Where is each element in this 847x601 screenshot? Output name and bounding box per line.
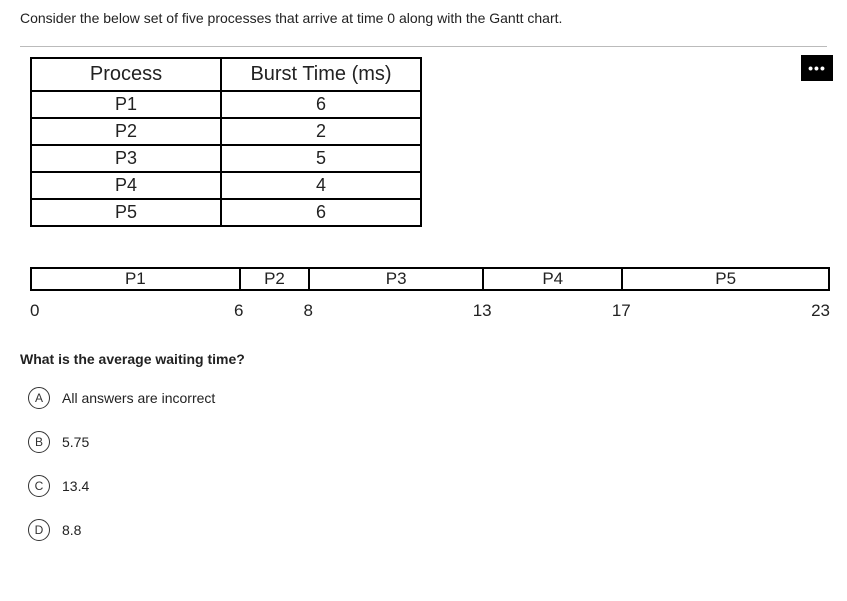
gantt-bar: P1 xyxy=(30,267,239,291)
option-a[interactable]: A All answers are incorrect xyxy=(28,387,827,409)
option-text: All answers are incorrect xyxy=(62,390,215,406)
gantt-chart: P1P2P3P4P5 xyxy=(30,267,830,291)
option-c[interactable]: C 13.4 xyxy=(28,475,827,497)
cell-process: P2 xyxy=(31,118,221,145)
gantt-tick: 8 xyxy=(304,301,313,321)
gantt-tick: 23 xyxy=(811,301,830,321)
option-letter: A xyxy=(28,387,50,409)
question-intro: Consider the below set of five processes… xyxy=(20,10,827,26)
option-letter: C xyxy=(28,475,50,497)
cell-process: P4 xyxy=(31,172,221,199)
header-burst: Burst Time (ms) xyxy=(221,58,421,91)
option-text: 5.75 xyxy=(62,434,89,450)
gantt-bar: P5 xyxy=(621,267,830,291)
option-letter: D xyxy=(28,519,50,541)
option-text: 8.8 xyxy=(62,522,81,538)
header-process: Process xyxy=(31,58,221,91)
gantt-ticks: 0 6 8 13 17 23 xyxy=(30,301,830,321)
table-header-row: Process Burst Time (ms) xyxy=(31,58,421,91)
table-row: P1 6 xyxy=(31,91,421,118)
cell-process: P1 xyxy=(31,91,221,118)
gantt-tick: 13 xyxy=(473,301,492,321)
gantt-tick: 0 xyxy=(30,301,39,321)
table-row: P2 2 xyxy=(31,118,421,145)
table-row: P5 6 xyxy=(31,199,421,226)
option-text: 13.4 xyxy=(62,478,89,494)
more-menu-button[interactable]: ••• xyxy=(801,55,833,81)
gantt-tick: 6 xyxy=(234,301,243,321)
cell-burst: 4 xyxy=(221,172,421,199)
gantt-tick: 17 xyxy=(612,301,631,321)
process-table: Process Burst Time (ms) P1 6 P2 2 P3 5 P… xyxy=(30,57,422,227)
cell-burst: 5 xyxy=(221,145,421,172)
gantt-bar: P2 xyxy=(239,267,309,291)
option-b[interactable]: B 5.75 xyxy=(28,431,827,453)
divider xyxy=(20,46,827,47)
option-letter: B xyxy=(28,431,50,453)
cell-burst: 6 xyxy=(221,199,421,226)
option-d[interactable]: D 8.8 xyxy=(28,519,827,541)
question-text: What is the average waiting time? xyxy=(20,351,827,367)
gantt-bar: P4 xyxy=(482,267,621,291)
cell-burst: 6 xyxy=(221,91,421,118)
more-icon: ••• xyxy=(808,60,826,76)
table-row: P3 5 xyxy=(31,145,421,172)
gantt-bar: P3 xyxy=(308,267,482,291)
cell-burst: 2 xyxy=(221,118,421,145)
cell-process: P5 xyxy=(31,199,221,226)
cell-process: P3 xyxy=(31,145,221,172)
table-row: P4 4 xyxy=(31,172,421,199)
